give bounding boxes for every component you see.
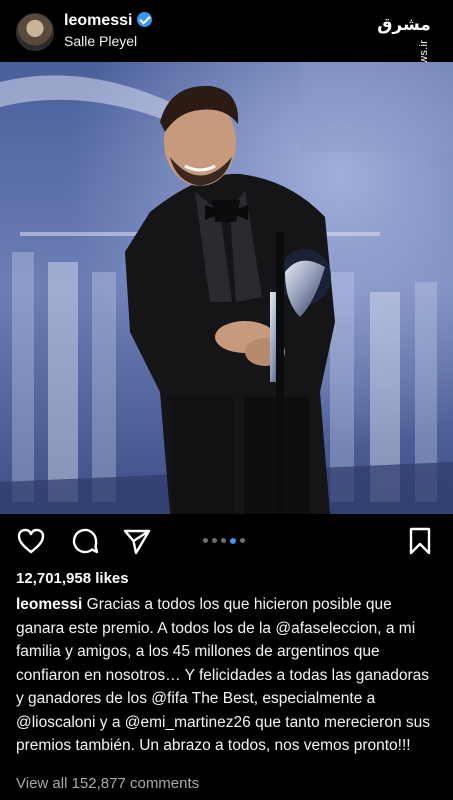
verified-badge-icon bbox=[137, 12, 153, 27]
carousel-dot bbox=[212, 538, 217, 543]
post-image bbox=[0, 62, 453, 514]
caption: leomessi Gracias a todos los que hiciero… bbox=[16, 593, 436, 758]
view-comments-link[interactable]: View all 152,877 comments bbox=[16, 775, 199, 792]
location[interactable]: Salle Pleyel bbox=[64, 33, 137, 49]
likes-count[interactable]: 12,701,958 likes bbox=[16, 570, 129, 587]
send-icon[interactable] bbox=[122, 526, 152, 556]
comment-icon[interactable] bbox=[70, 526, 100, 556]
carousel-dot bbox=[240, 538, 245, 543]
bookmark-icon[interactable] bbox=[405, 526, 435, 556]
username-row[interactable]: leomessi bbox=[64, 12, 153, 30]
caption-text: Gracias a todos los que hicieron posible… bbox=[16, 596, 430, 754]
post-photo[interactable] bbox=[0, 62, 453, 514]
heart-icon[interactable] bbox=[16, 526, 46, 556]
action-bar bbox=[0, 514, 453, 566]
carousel-indicator bbox=[203, 537, 251, 544]
carousel-dot bbox=[221, 538, 226, 543]
post-header: leomessi Salle Pleyel مشرق mashreghnews.… bbox=[0, 0, 453, 128]
avatar[interactable] bbox=[16, 13, 54, 51]
username[interactable]: leomessi bbox=[64, 12, 132, 29]
carousel-dot bbox=[203, 538, 208, 543]
caption-username[interactable]: leomessi bbox=[16, 596, 82, 613]
carousel-dot-active bbox=[230, 537, 236, 544]
